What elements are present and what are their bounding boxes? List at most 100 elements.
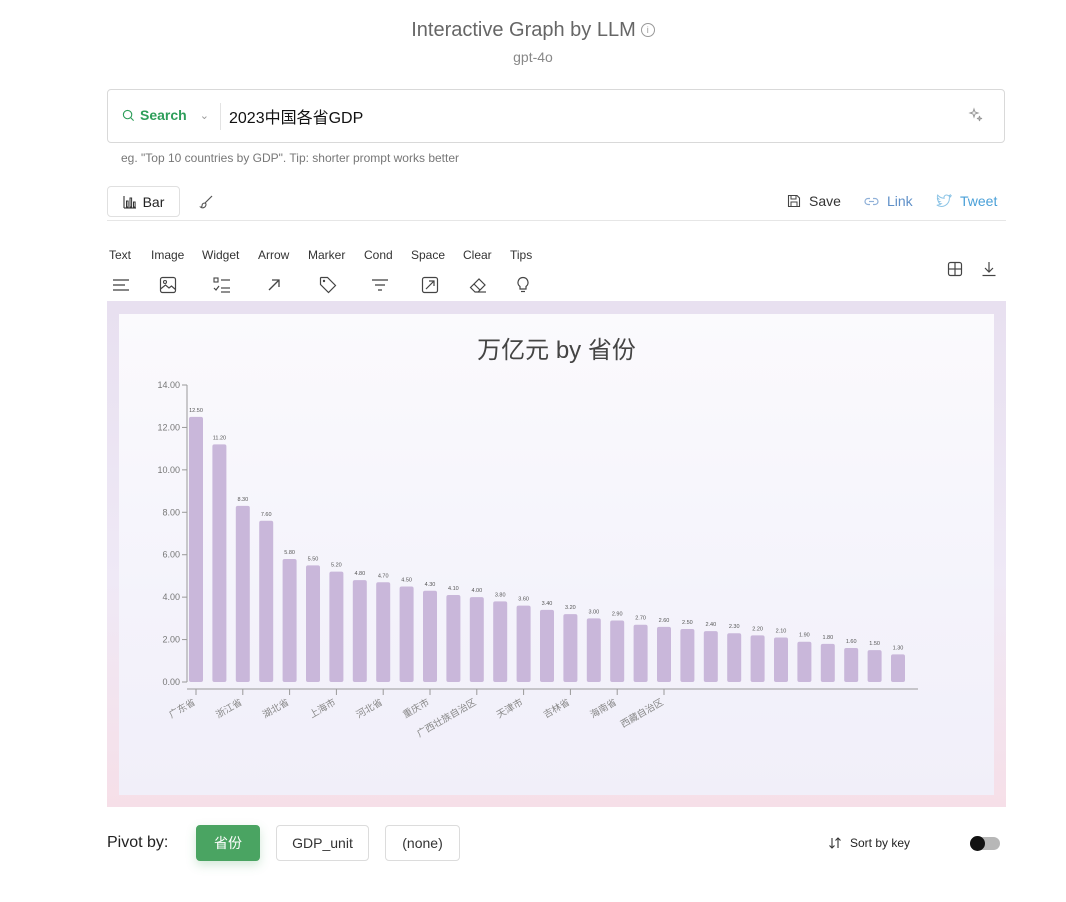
x-tick-label: 广东省 xyxy=(167,696,198,721)
bar-value-label: 3.80 xyxy=(495,592,506,598)
app-title: Interactive Graph by LLM i xyxy=(0,19,1066,42)
chart-frame: 万亿元 by 省份 0.00 2.00 4.00 6.00 8.00 10.00 12.00… xyxy=(107,301,1006,807)
save-button[interactable]: Save xyxy=(787,193,841,209)
x-tick-label: 河北省 xyxy=(354,696,385,721)
link-button[interactable]: Link xyxy=(864,193,913,209)
x-tick-label: 吉林省 xyxy=(541,696,572,721)
bar-value-label: 12.50 xyxy=(189,408,203,414)
bar-value-label: 4.80 xyxy=(354,571,365,577)
sort-toggle[interactable] xyxy=(970,836,1000,851)
search-divider xyxy=(220,103,221,130)
sort-label: Sort by key xyxy=(850,836,911,850)
bar-value-label: 4.50 xyxy=(401,578,412,584)
checklist-icon[interactable] xyxy=(213,276,231,294)
bar xyxy=(259,520,274,682)
x-tick-label: 西藏自治区 xyxy=(618,696,666,730)
sparkle-icon[interactable] xyxy=(968,107,984,128)
bar-value-label: 2.10 xyxy=(776,628,787,634)
y-tick-label: 4.00 xyxy=(162,592,180,602)
bar xyxy=(352,580,367,682)
bar-chart-icon xyxy=(123,195,136,209)
toggle-knob xyxy=(970,836,985,851)
search-hint: eg. "Top 10 countries by GDP". Tip: shor… xyxy=(121,151,459,165)
arrow-up-right-icon[interactable] xyxy=(265,276,283,294)
tool-label-widget[interactable]: Widget xyxy=(202,248,239,262)
bar-value-label: 4.10 xyxy=(448,586,459,592)
sort-by-key-control[interactable]: Sort by key xyxy=(828,836,910,850)
search-input[interactable] xyxy=(229,104,929,128)
bar-value-label: 4.00 xyxy=(471,588,482,594)
pivot-label: Pivot by: xyxy=(107,834,169,851)
brush-icon[interactable] xyxy=(199,194,214,212)
bar-value-label: 2.20 xyxy=(752,626,763,632)
y-tick-label: 14.00 xyxy=(157,380,180,390)
bar-value-label: 1.90 xyxy=(799,633,810,639)
pivot-option-none[interactable]: (none) xyxy=(385,825,460,861)
model-name: gpt-4o xyxy=(513,49,553,65)
tweet-label: Tweet xyxy=(960,193,998,209)
search-mode-dropdown[interactable]: Search ⌄ xyxy=(122,107,209,123)
bar xyxy=(516,605,531,682)
filter-icon[interactable] xyxy=(371,276,389,294)
sort-icon xyxy=(829,837,841,849)
expand-icon[interactable] xyxy=(421,276,439,294)
tool-label-clear[interactable]: Clear xyxy=(463,248,492,262)
tool-label-marker[interactable]: Marker xyxy=(308,248,345,262)
download-icon[interactable] xyxy=(981,261,997,277)
y-tick-label: 10.00 xyxy=(157,465,180,475)
tool-label-space[interactable]: Space xyxy=(411,248,445,262)
bar xyxy=(329,571,344,682)
chart-type-button[interactable]: Bar xyxy=(107,186,180,217)
info-icon[interactable]: i xyxy=(640,23,655,37)
eraser-icon[interactable] xyxy=(469,276,487,294)
bar-value-label: 3.40 xyxy=(542,601,553,607)
bar xyxy=(586,618,601,682)
tool-label-arrow[interactable]: Arrow xyxy=(258,248,289,262)
bar xyxy=(891,654,905,682)
tool-label-tips[interactable]: Tips xyxy=(510,248,532,262)
bar-value-label: 1.50 xyxy=(869,641,880,647)
tweet-button[interactable]: Tweet xyxy=(936,193,997,209)
bar-value-label: 4.30 xyxy=(425,582,436,588)
table-icon[interactable] xyxy=(947,261,963,277)
chart-toolbar: Bar Save Link Tweet xyxy=(107,186,1006,221)
bar-value-label: 11.20 xyxy=(213,435,226,441)
bar-value-label: 3.20 xyxy=(565,605,576,611)
lightbulb-icon[interactable] xyxy=(514,276,532,294)
pivot-option-gdp-unit[interactable]: GDP_unit xyxy=(276,825,369,861)
y-tick-label: 8.00 xyxy=(162,507,180,517)
x-tick-label: 天津市 xyxy=(494,696,525,721)
bar xyxy=(212,444,227,682)
bar xyxy=(423,590,437,682)
tag-icon[interactable] xyxy=(319,276,337,294)
bar xyxy=(282,558,297,682)
bar xyxy=(680,628,695,682)
bar xyxy=(844,648,859,682)
search-box: Search ⌄ xyxy=(107,89,1005,143)
search-mode-label: Search xyxy=(140,107,187,123)
chart-panel: 万亿元 by 省份 0.00 2.00 4.00 6.00 8.00 10.00 12.00… xyxy=(119,314,994,795)
tool-label-image[interactable]: Image xyxy=(151,248,184,262)
bar xyxy=(563,614,578,682)
image-icon[interactable] xyxy=(159,276,177,294)
bar-value-label: 1.30 xyxy=(893,645,904,651)
bar xyxy=(306,565,320,682)
pivot-option-province[interactable]: 省份 xyxy=(196,825,260,861)
text-align-icon[interactable] xyxy=(112,276,130,294)
y-tick-label: 2.00 xyxy=(162,635,180,645)
bar-value-label: 3.60 xyxy=(518,597,529,603)
bar xyxy=(493,601,508,682)
bar-chart: 0.00 2.00 4.00 6.00 8.00 10.00 12.00 14.00 12.50… xyxy=(157,380,918,740)
bar xyxy=(633,624,648,682)
bar xyxy=(774,637,788,682)
tool-label-text[interactable]: Text xyxy=(109,248,131,262)
bar-value-label: 1.80 xyxy=(822,635,833,641)
bar xyxy=(867,650,882,682)
x-tick-label: 重庆市 xyxy=(401,696,432,721)
bar-value-label: 5.20 xyxy=(331,563,342,569)
bar xyxy=(399,586,414,682)
x-tick-label: 湖北省 xyxy=(260,696,291,721)
tool-label-cond[interactable]: Cond xyxy=(364,248,393,262)
chart-type-label: Bar xyxy=(142,193,165,210)
bar xyxy=(703,631,718,682)
